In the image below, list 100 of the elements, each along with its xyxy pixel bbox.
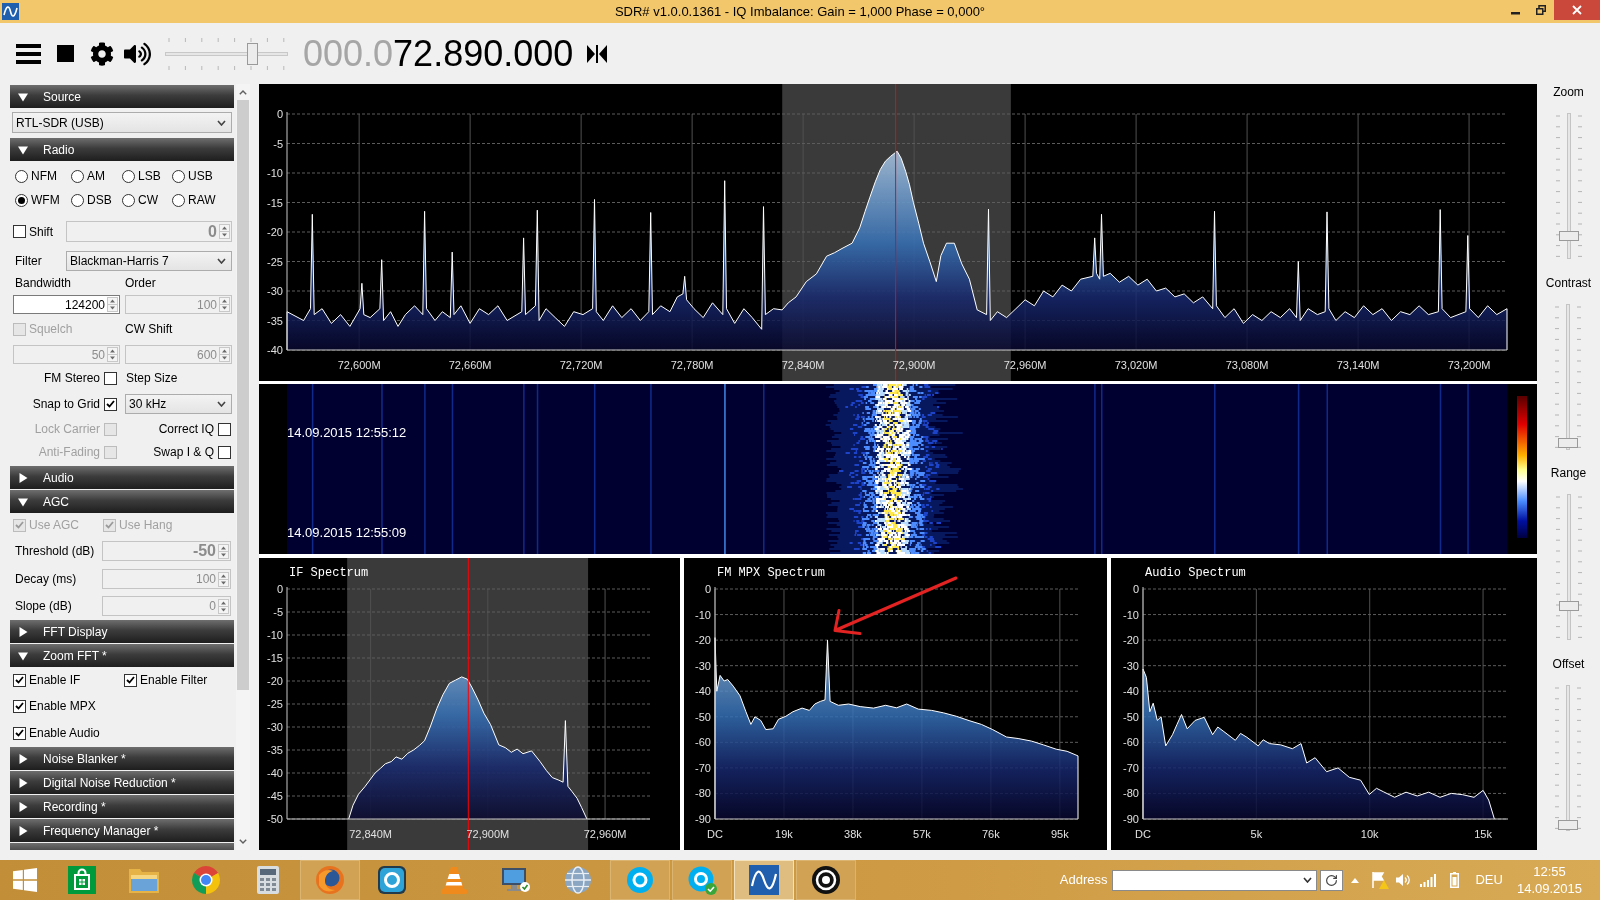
chevron-down-icon[interactable] — [217, 119, 226, 126]
window-panes-icon[interactable] — [13, 868, 37, 892]
slider-track[interactable] — [1553, 683, 1584, 833]
section-header[interactable]: Frequency Manager * — [10, 819, 234, 842]
segmented-circle-icon[interactable] — [191, 865, 221, 895]
section-header[interactable]: Digital Noise Reduction * — [10, 771, 234, 794]
taskbar-button[interactable] — [796, 860, 856, 900]
scrollbar[interactable] — [236, 84, 250, 850]
frequency-display[interactable]: 000.072.890.000 — [303, 35, 574, 72]
y-tick-label: -5 — [273, 606, 283, 618]
slider-thumb[interactable] — [1558, 601, 1579, 612]
chevron-up-icon[interactable] — [239, 90, 247, 95]
section-header[interactable]: Audio — [10, 466, 234, 489]
x-tick-label: 38k — [844, 828, 862, 840]
checkbox[interactable] — [124, 673, 137, 687]
radio-button[interactable] — [122, 169, 135, 183]
checkbox[interactable] — [13, 726, 26, 740]
dropdown[interactable]: 30 kHz — [125, 394, 232, 414]
checkbox-label: Squelch — [29, 321, 73, 338]
calculator-icon[interactable] — [257, 866, 279, 894]
monitor-icon[interactable] — [501, 866, 531, 894]
slider-track[interactable] — [1553, 111, 1584, 261]
y-tick-label: -30 — [695, 659, 711, 672]
slider-thumb[interactable] — [1558, 820, 1579, 831]
slider-track[interactable] — [163, 36, 290, 71]
timestamp: 14.09.2015 12:55:09 — [287, 524, 407, 542]
restore-icon[interactable] — [1536, 5, 1546, 15]
checkbox[interactable] — [13, 673, 26, 687]
chevron-down-icon[interactable] — [217, 258, 226, 264]
x-tick-label: 73,080M — [1225, 359, 1269, 371]
tuning-line[interactable] — [895, 84, 897, 381]
chevron-down-icon[interactable] — [217, 401, 226, 407]
spin-arrows-icon[interactable] — [107, 297, 118, 312]
disc-icon[interactable] — [625, 865, 655, 895]
checkbox-label: Swap I & Q — [153, 444, 214, 461]
field-label: Filter — [15, 253, 42, 270]
y-tick-label: -60 — [695, 736, 711, 749]
y-tick-label: -20 — [267, 226, 283, 238]
shopping-bag-icon[interactable] — [68, 866, 96, 894]
y-tick-label: 0 — [704, 583, 711, 595]
radio-button[interactable] — [122, 193, 135, 207]
orb-icon[interactable] — [315, 865, 345, 895]
checkbox[interactable] — [218, 422, 231, 436]
radio-button[interactable] — [15, 169, 28, 183]
dropdown[interactable]: RTL-SDR (USB) — [12, 112, 232, 133]
refresh-button[interactable] — [1320, 869, 1344, 891]
radio-button[interactable] — [71, 193, 84, 207]
eye-icon[interactable] — [811, 865, 841, 895]
tuning-line[interactable] — [467, 558, 469, 850]
slider-track[interactable] — [1553, 302, 1584, 452]
rounded-tile-icon[interactable] — [378, 866, 406, 894]
radio-button[interactable] — [71, 169, 84, 183]
close-button[interactable] — [1554, 0, 1600, 20]
section-header[interactable]: Zoom FFT * — [10, 644, 234, 667]
chart-title: IF Spectrum — [289, 566, 369, 580]
checkbox[interactable] — [13, 225, 26, 238]
radio-label: LSB — [138, 168, 161, 185]
section-header[interactable]: FFT Display — [10, 620, 234, 643]
scrollbar-thumb[interactable] — [237, 100, 249, 690]
chevron-down-icon[interactable] — [239, 839, 247, 844]
disc-check-icon[interactable] — [687, 865, 717, 895]
checkbox-label: Use AGC — [29, 517, 79, 534]
refresh-icon[interactable] — [1325, 873, 1339, 887]
radio-button[interactable] — [172, 193, 185, 207]
y-tick-label: -20 — [695, 634, 711, 647]
radio-button[interactable] — [15, 193, 28, 207]
wave-logo-icon[interactable] — [2, 3, 19, 20]
checkmark-icon — [15, 521, 24, 529]
field-label: Step Size — [126, 370, 178, 387]
checkbox[interactable] — [13, 699, 26, 713]
section-header[interactable]: Source — [10, 85, 234, 108]
settings-icon[interactable] — [90, 41, 114, 66]
y-tick-label: -15 — [267, 652, 283, 664]
speaker-icon[interactable] — [124, 41, 151, 66]
y-tick-label: -40 — [267, 344, 283, 356]
section-header[interactable]: Recording * — [10, 795, 234, 818]
section-header[interactable]: AGC — [10, 490, 234, 513]
section-header[interactable]: Radio — [10, 138, 234, 161]
inward-arrows-icon[interactable] — [587, 44, 608, 63]
checkbox-label: Shift — [29, 223, 53, 241]
slider-label: Offset — [1552, 657, 1585, 671]
slider-thumb[interactable] — [1558, 437, 1579, 448]
section-header[interactable]: Noise Blanker * — [10, 747, 234, 770]
x-tick-label: 73,020M — [1114, 359, 1158, 371]
slider-thumb[interactable] — [1558, 231, 1579, 242]
traffic-cone-icon[interactable] — [440, 865, 468, 895]
checkbox[interactable] — [104, 397, 117, 411]
slider-track[interactable] — [1553, 492, 1584, 642]
checkbox[interactable] — [218, 445, 231, 459]
field-label: Bandwidth — [15, 275, 72, 292]
dropdown[interactable]: Blackman-Harris 7 — [66, 251, 232, 271]
address-field[interactable] — [1112, 869, 1318, 891]
wave-logo-icon[interactable] — [749, 865, 779, 895]
chevron-down-icon[interactable] — [1303, 877, 1313, 883]
menu-icon[interactable] — [16, 43, 41, 64]
close-icon[interactable] — [1572, 5, 1582, 15]
checkbox[interactable] — [104, 371, 117, 385]
radio-button[interactable] — [172, 169, 185, 183]
slider-thumb[interactable] — [246, 42, 258, 65]
number-field[interactable]: 124200 — [13, 295, 120, 314]
